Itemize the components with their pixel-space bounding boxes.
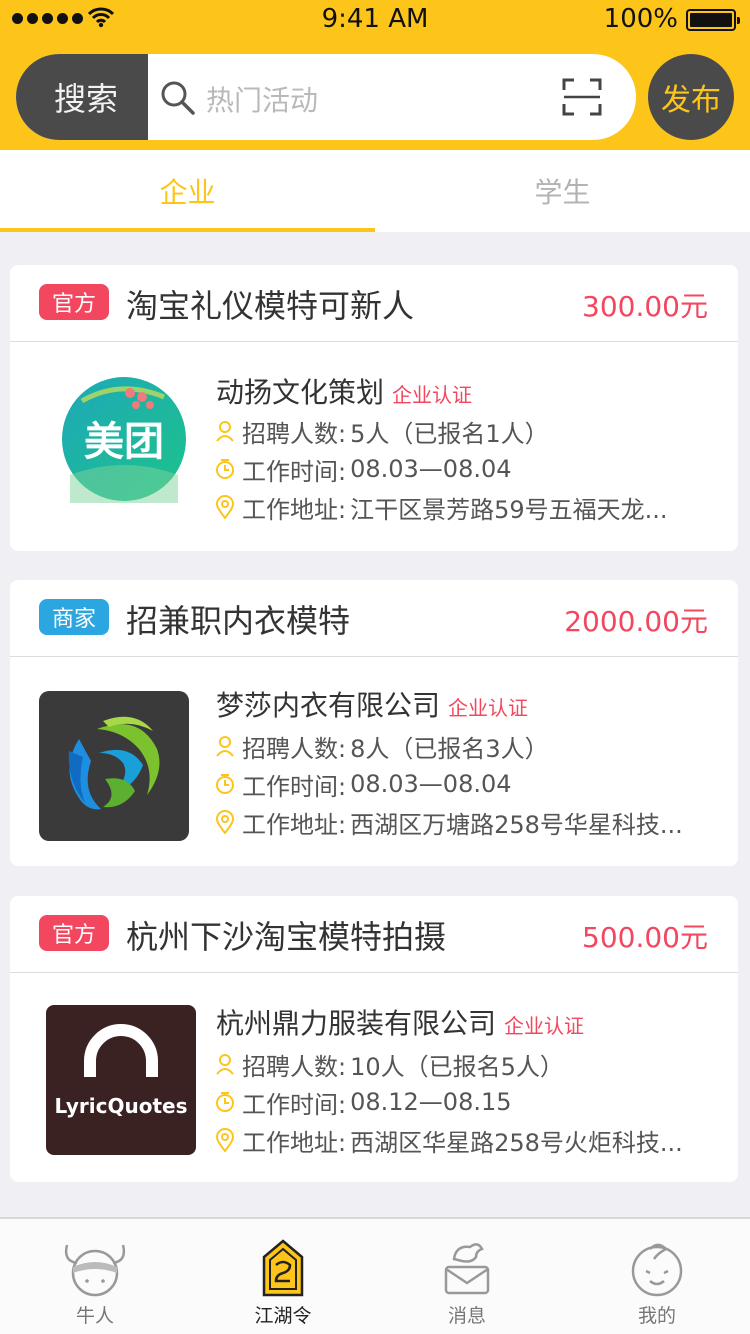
job-tag: 官方 — [39, 915, 109, 951]
clock-icon — [214, 456, 236, 482]
recruit-value: 5人（已报名1人） — [350, 419, 549, 448]
company-name: 杭州鼎力服装有限公司 企业认证 — [216, 1002, 584, 1042]
tabbar-item-profile[interactable]: 我的 — [582, 1219, 732, 1334]
time-value: 08.03—08.04 — [350, 455, 512, 483]
company-name: 梦莎内衣有限公司 企业认证 — [216, 684, 528, 724]
battery-icon — [686, 9, 740, 31]
location-pin-icon — [214, 1127, 236, 1153]
tabbar-label: 江湖令 — [254, 1305, 312, 1327]
person-icon — [214, 1051, 236, 1077]
clock-icon — [214, 1089, 236, 1115]
lyricquotes-logo: LyricQuotes — [46, 1005, 196, 1155]
job-salary: 500.00元 — [582, 921, 708, 954]
tabbar-label: 我的 — [637, 1305, 676, 1327]
address-value: 江干区景芳路59号五福天龙... — [350, 495, 668, 524]
status-bar: 9:41 AM 100% — [0, 0, 750, 40]
tab-enterprise[interactable]: 企业 — [0, 150, 375, 232]
tabbar-item-token[interactable]: 江湖令 — [208, 1219, 358, 1334]
tabbar-item-bull[interactable]: 牛人 — [20, 1219, 170, 1334]
company-name-text: 杭州鼎力服装有限公司 — [216, 1007, 497, 1040]
profile-face-icon — [631, 1243, 683, 1297]
job-salary: 300.00元 — [582, 290, 708, 323]
bull-icon — [64, 1244, 126, 1297]
job-card-header: 商家 招兼职内衣模特 2000.00元 — [10, 580, 738, 657]
company-name-text: 梦莎内衣有限公司 — [216, 689, 441, 722]
person-icon — [214, 733, 236, 759]
address-row: 工作地址: 西湖区华星路258号火炬科技... — [214, 1124, 683, 1157]
company-name: 动扬文化策划 企业认证 — [216, 371, 472, 411]
recruit-row: 招聘人数: 8人（已报名3人） — [214, 730, 549, 763]
address-value: 西湖区华星路258号火炬科技... — [350, 1128, 683, 1157]
recruit-value: 10人（已报名5人） — [350, 1052, 564, 1081]
time-label: 工作时间: — [242, 457, 347, 486]
verified-badge: 企业认证 — [448, 696, 529, 720]
tabbar-label: 牛人 — [75, 1305, 114, 1327]
token-icon — [262, 1239, 304, 1297]
tabbar-label: 消息 — [447, 1305, 486, 1327]
address-label: 工作地址: — [242, 495, 347, 524]
address-label: 工作地址: — [242, 1128, 347, 1157]
time-row: 工作时间: 08.03—08.04 — [214, 453, 512, 486]
clock-icon — [214, 771, 236, 797]
tab-student[interactable]: 学生 — [375, 150, 750, 232]
tabbar-item-messages[interactable]: 消息 — [392, 1219, 542, 1334]
app-header: 9:41 AM 100% 搜索 热门活动 发布 — [0, 0, 750, 150]
job-card[interactable]: 商家 招兼职内衣模特 2000.00元 梦莎内衣有限公司 企业认证 招聘人数: 8… — [10, 580, 738, 866]
job-card[interactable]: 官方 杭州下沙淘宝模特拍摄 500.00元 LyricQuotes 杭州鼎力服装… — [10, 896, 738, 1182]
time-row: 工作时间: 08.03—08.04 — [214, 768, 512, 801]
battery-percent: 100% — [603, 4, 678, 34]
search-button[interactable]: 搜索 — [16, 54, 148, 140]
address-label: 工作地址: — [242, 810, 347, 839]
time-value: 08.03—08.04 — [350, 770, 512, 798]
job-tag: 商家 — [39, 599, 109, 635]
person-icon — [214, 418, 236, 444]
publish-button[interactable]: 发布 — [648, 54, 734, 140]
time-row: 工作时间: 08.12—08.15 — [214, 1086, 512, 1119]
address-row: 工作地址: 西湖区万塘路258号华星科技... — [214, 806, 683, 839]
job-salary: 2000.00元 — [564, 605, 708, 638]
search-icon — [161, 81, 195, 115]
category-tabs: 企业 学生 — [0, 150, 750, 232]
time-label: 工作时间: — [242, 772, 347, 801]
job-title: 淘宝礼仪模特可新人 — [126, 287, 415, 325]
time-value: 08.12—08.15 — [350, 1088, 512, 1116]
recruit-value: 8人（已报名3人） — [350, 734, 549, 763]
time-label: 工作时间: — [242, 1090, 347, 1119]
verified-badge: 企业认证 — [392, 383, 473, 407]
location-pin-icon — [214, 809, 236, 835]
message-bird-icon — [444, 1243, 490, 1295]
job-card[interactable]: 官方 淘宝礼仪模特可新人 300.00元 美团 动扬文化策划 企业认证 招聘人数:… — [10, 265, 738, 551]
job-title: 招兼职内衣模特 — [126, 602, 351, 640]
lyricquotes-logo-text: LyricQuotes — [54, 1094, 187, 1118]
recruit-label: 招聘人数: — [242, 734, 347, 763]
job-tag: 官方 — [39, 284, 109, 320]
recruit-label: 招聘人数: — [242, 419, 347, 448]
search-bar[interactable]: 搜索 热门活动 — [16, 54, 636, 140]
scan-icon[interactable] — [562, 78, 602, 116]
recruit-row: 招聘人数: 10人（已报名5人） — [214, 1048, 564, 1081]
job-card-header: 官方 杭州下沙淘宝模特拍摄 500.00元 — [10, 896, 738, 973]
recruit-label: 招聘人数: — [242, 1052, 347, 1081]
address-value: 西湖区万塘路258号华星科技... — [350, 810, 683, 839]
swirl-logo — [39, 691, 189, 841]
job-card-header: 官方 淘宝礼仪模特可新人 300.00元 — [10, 265, 738, 342]
search-input[interactable]: 热门活动 — [206, 79, 318, 119]
company-name-text: 动扬文化策划 — [216, 376, 385, 409]
bottom-tab-bar: 牛人 江湖令 消息 我的 — [0, 1217, 750, 1334]
verified-badge: 企业认证 — [504, 1014, 585, 1038]
address-row: 工作地址: 江干区景芳路59号五福天龙... — [214, 491, 668, 524]
job-title: 杭州下沙淘宝模特拍摄 — [126, 918, 447, 956]
recruit-row: 招聘人数: 5人（已报名1人） — [214, 415, 549, 448]
location-pin-icon — [214, 494, 236, 520]
meituan-logo-text: 美团 — [84, 419, 164, 465]
meituan-logo: 美团 — [62, 377, 186, 503]
